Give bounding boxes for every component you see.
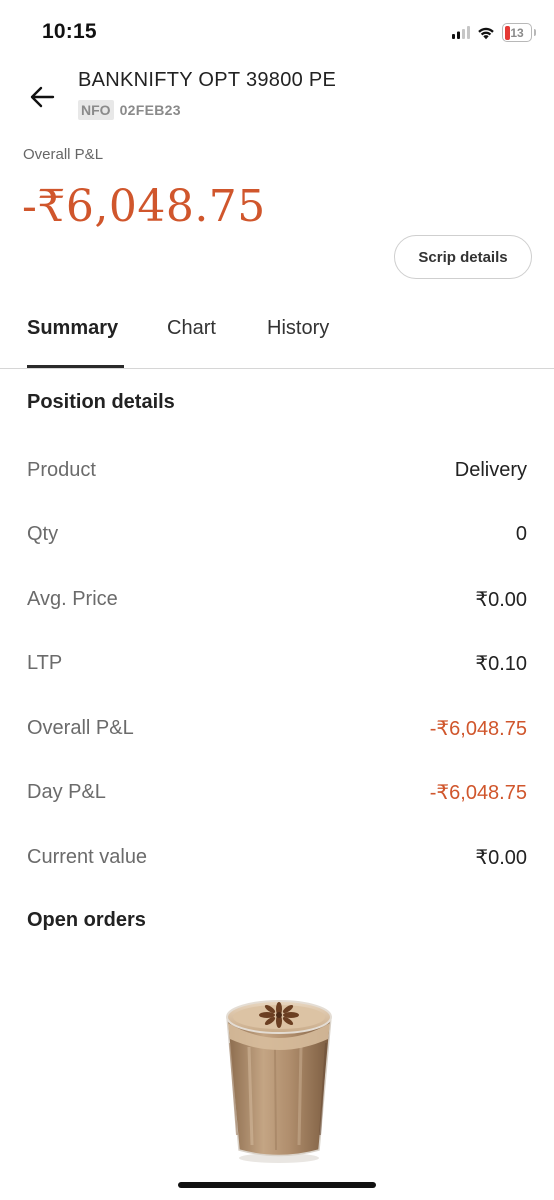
tab-chart[interactable]: Chart	[167, 317, 216, 340]
wifi-icon	[478, 27, 494, 39]
detail-value: 0	[515, 523, 527, 546]
status-bar: 10:15 13	[0, 0, 554, 64]
arrow-left-icon	[30, 86, 55, 108]
detail-label: Qty	[27, 523, 59, 546]
detail-row-overall-pnl: Overall P&L -₹6,048.75	[27, 696, 527, 761]
tab-history[interactable]: History	[267, 317, 329, 340]
battery-level: 13	[510, 25, 524, 40]
detail-row-ltp: LTP ₹0.10	[27, 632, 527, 697]
detail-label: Overall P&L	[27, 716, 134, 739]
detail-row-product: Product Delivery	[27, 438, 527, 503]
cellular-signal-icon	[452, 26, 470, 39]
position-details-list: Product Delivery Qty 0 Avg. Price ₹0.00 …	[27, 438, 527, 890]
battery-fill	[504, 25, 510, 40]
active-tab-indicator	[27, 365, 124, 368]
star-anise-icon	[259, 1002, 299, 1028]
status-time: 10:15	[42, 20, 97, 43]
overall-pnl-label: Overall P&L	[23, 146, 104, 163]
detail-value: ₹0.10	[475, 653, 527, 676]
status-icons: 13	[452, 23, 536, 42]
detail-label: LTP	[27, 652, 63, 675]
instrument-name: BANKNIFTY OPT 39800 PE	[78, 69, 337, 91]
instrument-title-block: BANKNIFTY OPT 39800 PE NFO 02FEB23	[78, 69, 336, 120]
overall-pnl-value: -₹6,048.75	[22, 181, 266, 232]
instrument-meta: NFO 02FEB23	[78, 100, 336, 120]
battery-cap	[533, 29, 536, 36]
tab-summary[interactable]: Summary	[27, 317, 118, 340]
home-indicator[interactable]	[178, 1182, 376, 1188]
back-button[interactable]	[25, 80, 59, 114]
detail-value: ₹0.00	[475, 588, 527, 611]
detail-label: Day P&L	[27, 781, 106, 804]
detail-value: Delivery	[454, 458, 527, 481]
detail-row-qty: Qty 0	[27, 503, 527, 568]
detail-row-day-pnl: Day P&L -₹6,048.75	[27, 761, 527, 826]
detail-row-avg-price: Avg. Price ₹0.00	[27, 567, 527, 632]
expiry-date: 02FEB23	[119, 102, 181, 118]
open-orders-heading: Open orders	[27, 909, 146, 931]
chai-glass-illustration	[226, 1000, 332, 1163]
detail-value: -₹6,048.75	[429, 717, 527, 740]
detail-value: -₹6,048.75	[429, 782, 527, 805]
position-details-heading: Position details	[27, 391, 175, 413]
detail-value: ₹0.00	[475, 846, 527, 869]
detail-label: Avg. Price	[27, 587, 118, 610]
tab-bar: Summary Chart History	[0, 300, 554, 369]
exchange-badge: NFO	[78, 100, 114, 120]
detail-label: Product	[27, 458, 96, 481]
battery-icon: 13	[502, 23, 536, 42]
detail-label: Current value	[27, 845, 148, 868]
detail-row-current-value: Current value ₹0.00	[27, 825, 527, 890]
scrip-details-button[interactable]: Scrip details	[394, 235, 532, 279]
